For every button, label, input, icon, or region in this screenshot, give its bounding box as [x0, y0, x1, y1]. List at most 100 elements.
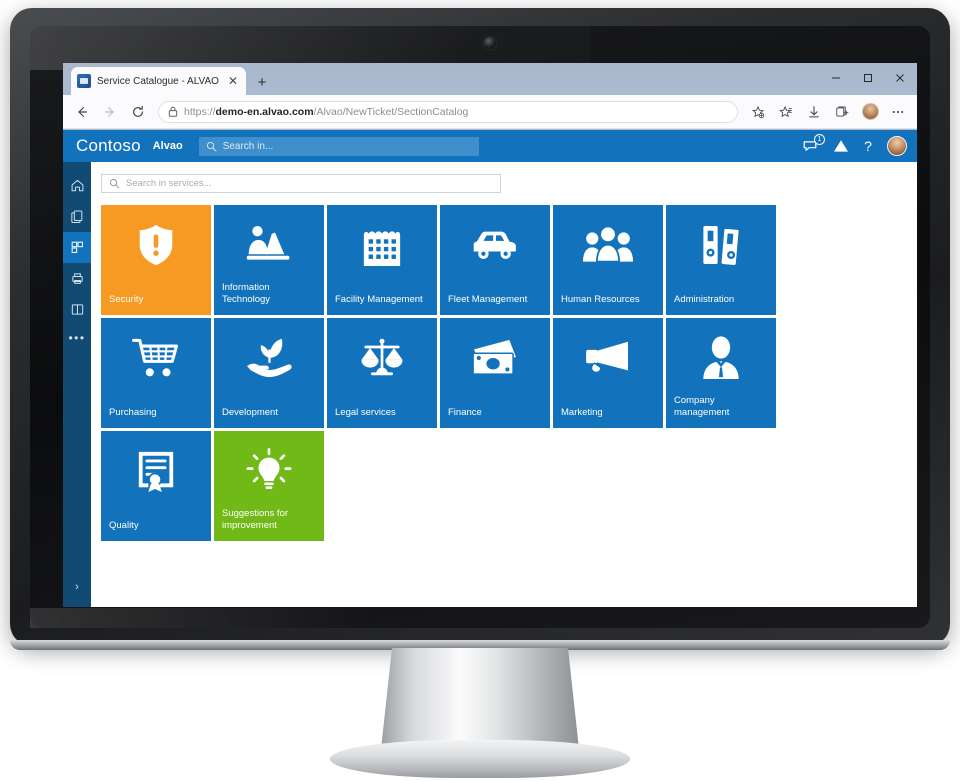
service-tile[interactable]: Purchasing [101, 318, 211, 428]
url-scheme: https:// [184, 105, 216, 118]
browser-tabstrip: Service Catalogue - ALVAO ✕ + [63, 63, 917, 95]
monitor-body: Service Catalogue - ALVAO ✕ + https://de… [10, 8, 950, 646]
sidebar-item-catalog[interactable] [63, 232, 91, 263]
sidebar-item-home[interactable] [63, 170, 91, 201]
service-tile-label: Quality [109, 520, 139, 531]
certificate-icon [101, 447, 211, 495]
window-close-button[interactable] [885, 65, 915, 91]
global-search-input[interactable]: Search in... [198, 136, 479, 156]
binders-icon [666, 221, 776, 269]
service-tile[interactable]: Suggestions for improvement [214, 431, 324, 541]
screenshot-stage: Service Catalogue - ALVAO ✕ + https://de… [0, 0, 960, 781]
url-domain: demo-en.alvao.com [215, 105, 314, 118]
service-tile-label: Information Technology [222, 282, 271, 305]
service-tile[interactable]: Development [214, 318, 324, 428]
window-maximize-button[interactable] [853, 65, 883, 91]
reload-icon[interactable] [125, 99, 151, 125]
back-icon[interactable] [69, 99, 95, 125]
svg-text:?: ? [864, 139, 872, 154]
catalog-content: Search in services... Security Informatio… [91, 162, 917, 607]
sidebar-item-requests[interactable] [63, 201, 91, 232]
monitor-stand-base [330, 740, 630, 778]
service-tile[interactable]: Facility Management [327, 205, 437, 315]
service-tile[interactable]: Company management [666, 318, 776, 428]
service-tile-label: Legal services [335, 407, 396, 418]
avatar [861, 103, 879, 120]
web-application: Contoso Alvao Search in... 1 ? ••• › Sea… [63, 130, 917, 607]
service-search-input[interactable]: Search in services... [101, 174, 501, 193]
notification-badge: 1 [814, 134, 825, 145]
browser-tab[interactable]: Service Catalogue - ALVAO ✕ [71, 67, 246, 95]
address-bar[interactable]: https://demo-en.alvao.com/Alvao/NewTicke… [158, 100, 738, 123]
browser-window: Service Catalogue - ALVAO ✕ + https://de… [63, 63, 917, 607]
favorites-icon[interactable] [773, 99, 799, 125]
service-tile[interactable]: Marketing [553, 318, 663, 428]
service-tile[interactable]: Quality [101, 431, 211, 541]
people-group-icon [553, 221, 663, 269]
app-header-actions: 1 ? [803, 134, 907, 156]
add-favorite-icon[interactable] [745, 99, 771, 125]
megaphone-icon [553, 334, 663, 382]
service-tile-label: Company management [674, 395, 730, 418]
window-controls [821, 63, 915, 93]
search-icon [109, 178, 120, 189]
service-tile[interactable]: Fleet Management [440, 205, 550, 315]
service-tile-label: Finance [448, 407, 482, 418]
service-tile[interactable]: Finance [440, 318, 550, 428]
scales-icon [327, 334, 437, 382]
money-icon [440, 334, 550, 382]
monitor-screen: Service Catalogue - ALVAO ✕ + https://de… [63, 63, 917, 607]
car-icon [440, 221, 550, 269]
sidebar-expand-button[interactable]: › [63, 577, 91, 597]
building-icon [327, 221, 437, 269]
sidebar-more-button[interactable]: ••• [68, 331, 85, 345]
user-avatar[interactable] [887, 136, 907, 156]
brand-name: Contoso [76, 136, 141, 155]
browser-settings-icon[interactable] [885, 99, 911, 125]
service-tile[interactable]: Human Resources [553, 205, 663, 315]
person-laptop-icon [214, 221, 324, 269]
shopping-cart-icon [101, 334, 211, 382]
forward-icon[interactable] [97, 99, 123, 125]
feedback-icon[interactable]: 1 [803, 134, 825, 153]
url-path: /Alvao/NewTicket/SectionCatalog [313, 105, 469, 118]
service-tile-label: Facility Management [335, 294, 423, 305]
service-tile[interactable]: Legal services [327, 318, 437, 428]
service-search-placeholder: Search in services... [126, 178, 212, 189]
tab-close-icon[interactable]: ✕ [226, 75, 240, 87]
collections-icon[interactable] [829, 99, 855, 125]
sidebar-item-knowledge[interactable] [63, 294, 91, 325]
app-header: Contoso Alvao Search in... 1 ? [63, 130, 917, 162]
alert-triangle-icon[interactable] [833, 139, 849, 153]
service-tile[interactable]: Administration [666, 205, 776, 315]
lightbulb-icon [214, 447, 324, 495]
downloads-icon[interactable] [801, 99, 827, 125]
sidebar-item-devices[interactable] [63, 263, 91, 294]
service-tile[interactable]: Security [101, 205, 211, 315]
help-icon[interactable]: ? [862, 139, 874, 154]
shield-alert-icon [101, 221, 211, 269]
tab-title: Service Catalogue - ALVAO [97, 75, 219, 87]
app-sidebar: ••• › [63, 162, 91, 607]
window-minimize-button[interactable] [821, 65, 851, 91]
search-icon [206, 141, 217, 152]
webcam-icon [484, 37, 496, 49]
service-tile-label: Purchasing [109, 407, 157, 418]
hand-plant-icon [214, 334, 324, 382]
address-bar-url: https://demo-en.alvao.com/Alvao/NewTicke… [184, 106, 468, 118]
browser-navbar: https://demo-en.alvao.com/Alvao/NewTicke… [63, 95, 917, 129]
new-tab-button[interactable]: + [253, 75, 271, 90]
service-tile-label: Marketing [561, 407, 603, 418]
service-tile-label: Security [109, 294, 144, 305]
businessperson-icon [666, 334, 776, 382]
service-tile-label: Suggestions for improvement [222, 508, 289, 531]
profile-avatar[interactable] [857, 99, 883, 125]
lock-icon [168, 106, 178, 117]
service-tile-grid: Security Information Technology Facility M… [101, 205, 885, 541]
service-tile-label: Administration [674, 294, 735, 305]
global-search-placeholder: Search in... [222, 140, 274, 152]
app-body: ••• › Search in services... Security Info… [63, 162, 917, 607]
brand-product: Alvao [152, 140, 183, 152]
service-tile[interactable]: Information Technology [214, 205, 324, 315]
service-tile-label: Development [222, 407, 278, 418]
